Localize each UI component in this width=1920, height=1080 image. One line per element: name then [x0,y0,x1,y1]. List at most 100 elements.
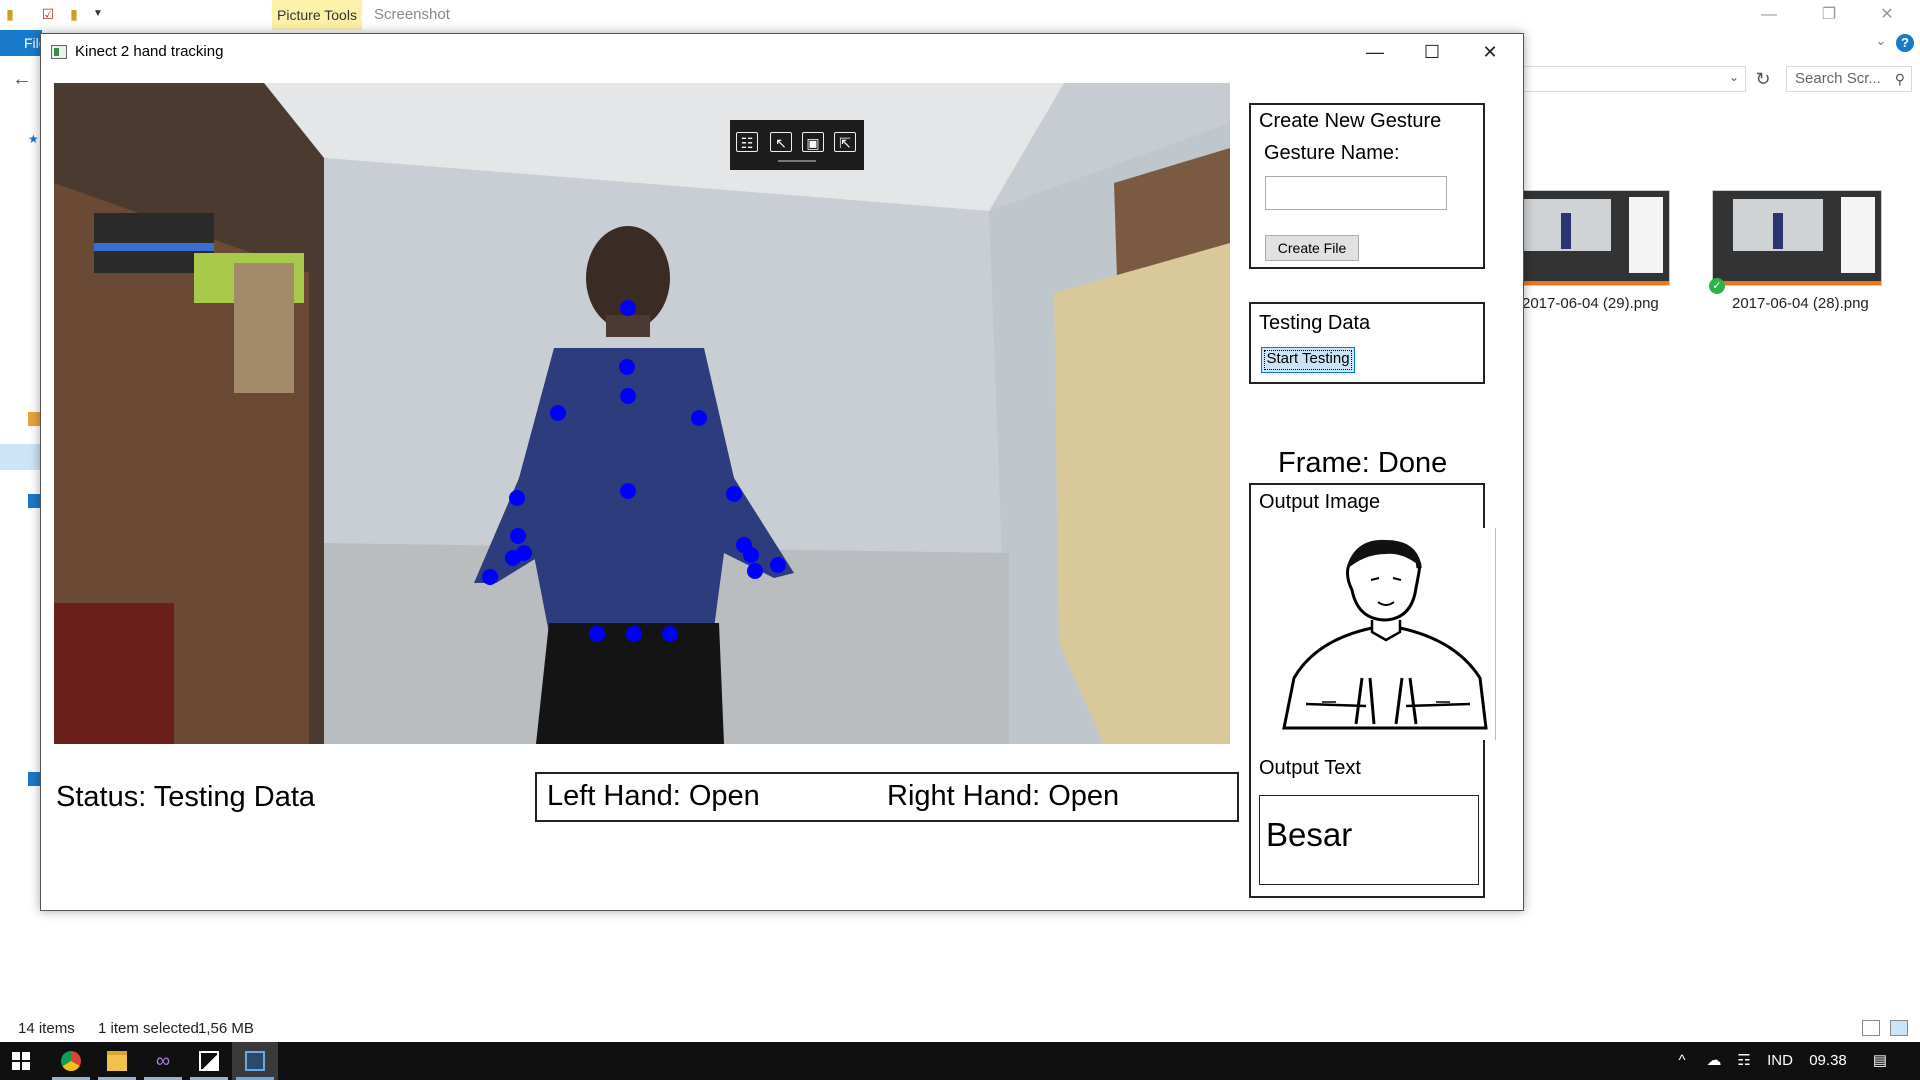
file-explorer-icon[interactable] [94,1042,140,1080]
skeleton-joint [743,547,759,563]
nav-pane-icon[interactable]: ★ [28,132,40,146]
close-icon[interactable]: ✕ [1864,2,1910,28]
file-tab[interactable]: File [0,30,47,56]
start-testing-button[interactable]: Start Testing [1261,347,1355,373]
gesture-name-input[interactable] [1265,176,1447,210]
status-text: Status: Testing Data [56,781,316,813]
help-icon[interactable]: ? [1896,34,1914,52]
sign-illustration [1282,539,1488,730]
minimize-icon[interactable]: — [1746,2,1792,28]
customize-dropdown-icon[interactable]: ▼ [90,6,106,22]
skeleton-joint [509,490,525,506]
frame-status: Frame: Done [1278,447,1448,479]
folder-icon[interactable]: ▮ [66,6,82,22]
skeleton-joint [620,483,636,499]
checkbox-icon[interactable]: ☑ [40,6,56,22]
show-hidden-icons-icon[interactable]: ^ [1670,1042,1694,1080]
right-hand-state: Right Hand: Open [887,780,1120,812]
onedrive-sync-icon[interactable]: ☁ [1700,1042,1728,1080]
maximize-icon[interactable]: ☐ [1409,38,1455,66]
left-hand-state: Left Hand: Open [547,780,760,812]
file-name[interactable]: 2017-06-04 (28).png [1732,295,1869,312]
output-text-box: Besar [1259,795,1479,885]
kinect-app-icon[interactable] [232,1042,278,1080]
camera-feed: ☷ ↖ ▣ ⇱ [54,83,1230,744]
window-title-bar[interactable]: Kinect 2 hand tracking — ☐ ✕ [41,34,1523,70]
selection-size: 1,56 MB [198,1020,254,1037]
photos-icon[interactable] [186,1042,232,1080]
back-arrow-icon[interactable]: ← [12,68,34,90]
testing-data-panel: Testing Data Start Testing [1249,302,1485,384]
action-center-icon[interactable]: ▤ [1866,1042,1894,1080]
visual-studio-icon[interactable]: ∞ [140,1042,186,1080]
address-bar[interactable]: ⌄ [1520,66,1746,92]
output-panel: Output Image Output Text Besar [1249,483,1496,898]
skeleton-joint [510,528,526,544]
nav-pane-icon[interactable] [28,772,40,786]
skeleton-joint [626,626,642,642]
explorer-window-title: Screenshot [374,6,450,23]
kinect-app-window: Kinect 2 hand tracking — ☐ ✕ ☷ ↖ ▣ ⇱ Cre… [40,33,1524,911]
snip-toolbar: ☷ ↖ ▣ ⇱ [730,120,864,170]
skeleton-joint [482,569,498,585]
search-placeholder: Search Scr... [1795,70,1881,87]
rectangle-snip-icon[interactable]: ↖ [770,132,792,152]
skeleton-joint [589,626,605,642]
create-gesture-panel: Create New Gesture Gesture Name: Create … [1249,103,1485,269]
chrome-icon[interactable] [48,1042,94,1080]
skeleton-joint [770,557,786,573]
camera-image [54,83,1230,744]
restore-icon[interactable]: ❐ [1806,2,1852,28]
nav-pane-icon[interactable] [28,412,40,426]
skeleton-joint [619,359,635,375]
create-file-button[interactable]: Create File [1265,235,1359,261]
output-sign-image [1276,528,1496,740]
skeleton-joint [691,410,707,426]
folder-icon[interactable]: ▮ [2,6,18,22]
skeleton-joint [505,550,521,566]
language-indicator[interactable]: IND [1762,1042,1798,1080]
explorer-status-bar: 14 items 1 item selected 1,56 MB [0,1016,1920,1042]
window-title: Kinect 2 hand tracking [75,43,224,60]
search-icon[interactable]: ⚲ [1895,67,1905,91]
nav-pane-icon[interactable] [28,494,40,508]
refresh-icon[interactable]: ↻ [1750,66,1776,92]
chevron-down-icon[interactable]: ⌄ [1729,70,1739,84]
picture-tools-tab[interactable]: Picture Tools [272,0,362,30]
toolbar-drag-handle[interactable] [778,160,816,162]
hand-state-box: Left Hand: Open Right Hand: Open [535,772,1239,822]
selection-count: 1 item selected [98,1020,199,1037]
snip-mode-icon[interactable]: ☷ [736,132,758,152]
windows-start-icon[interactable] [0,1042,46,1080]
create-gesture-title: Create New Gesture [1259,110,1442,132]
skeleton-joint [726,486,742,502]
file-thumbnail[interactable] [1712,190,1882,286]
close-icon[interactable]: ✕ [1467,38,1513,66]
minimize-icon[interactable]: — [1352,38,1398,66]
output-image-label: Output Image [1259,491,1381,513]
sync-check-icon: ✓ [1709,278,1725,294]
item-count: 14 items [18,1020,75,1037]
wifi-icon[interactable]: ☶ [1730,1042,1758,1080]
details-view-icon[interactable] [1862,1020,1880,1036]
fullscreen-snip-icon[interactable]: ⇱ [834,132,856,152]
search-input[interactable]: Search Scr... ⚲ [1786,66,1912,92]
chevron-down-icon[interactable]: ⌄ [1872,32,1890,50]
output-text-value: Besar [1266,816,1353,853]
file-name[interactable]: 2017-06-04 (29).png [1522,295,1659,312]
skeleton-joint [620,388,636,404]
explorer-title-bar: ▮ ☑ ▮ ▼ Picture Tools Screenshot — ❐ ✕ [0,0,1920,30]
taskbar: ∞ ^ ☁ ☶ IND 09.38 ▤ [0,1042,1920,1080]
app-icon [51,45,67,59]
clock[interactable]: 09.38 [1806,1042,1850,1080]
window-snip-icon[interactable]: ▣ [802,132,824,152]
output-text-label: Output Text [1259,757,1361,779]
nav-pane-selected-item[interactable] [0,444,40,470]
testing-data-title: Testing Data [1259,312,1371,334]
gesture-name-label: Gesture Name: [1264,142,1400,164]
large-icons-view-icon[interactable] [1890,1020,1908,1036]
skeleton-joint [662,626,678,642]
file-thumbnail[interactable] [1500,190,1670,286]
skeleton-joint [620,300,636,316]
skeleton-joint [550,405,566,421]
